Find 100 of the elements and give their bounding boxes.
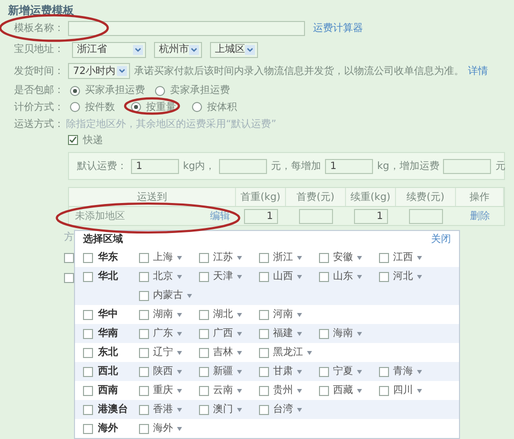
caret-icon[interactable] <box>177 312 182 316</box>
caret-icon[interactable] <box>297 312 302 316</box>
close-link[interactable]: 关闭 <box>431 232 451 247</box>
caret-icon[interactable] <box>187 294 192 298</box>
province-name[interactable]: 河北 <box>393 269 413 284</box>
checkbox[interactable] <box>139 272 149 282</box>
checkbox[interactable] <box>139 366 149 376</box>
caret-icon[interactable] <box>417 274 422 278</box>
checkbox[interactable] <box>68 135 78 146</box>
caret-icon[interactable] <box>297 370 302 374</box>
checkbox[interactable] <box>259 252 269 262</box>
region-group-name[interactable]: 东北 <box>98 345 118 360</box>
checkbox[interactable] <box>199 404 209 414</box>
region-group-name[interactable]: 华北 <box>98 269 118 284</box>
checkbox[interactable] <box>379 386 389 396</box>
input-field[interactable] <box>219 158 268 174</box>
checkbox[interactable] <box>319 272 329 282</box>
checkbox[interactable] <box>83 252 93 262</box>
dropdown[interactable]: 上城区 <box>210 42 258 58</box>
province-name[interactable]: 四川 <box>393 383 413 398</box>
caret-icon[interactable] <box>177 388 182 392</box>
checkbox[interactable] <box>379 272 389 282</box>
caret-icon[interactable] <box>237 274 242 278</box>
checkbox[interactable] <box>199 310 209 320</box>
radio-button[interactable] <box>70 102 80 112</box>
checkbox[interactable] <box>139 328 149 338</box>
region-group-name[interactable]: 港澳台 <box>98 402 128 417</box>
checkbox[interactable] <box>83 328 93 338</box>
caret-icon[interactable] <box>297 332 302 336</box>
radio-button[interactable] <box>70 86 80 96</box>
province-name[interactable]: 西藏 <box>333 383 353 398</box>
caret-icon[interactable] <box>237 312 242 316</box>
province-name[interactable]: 湖北 <box>213 307 233 322</box>
checkbox[interactable] <box>259 272 269 282</box>
region-group-name[interactable]: 西南 <box>98 383 118 398</box>
checkbox[interactable] <box>139 404 149 414</box>
caret-icon[interactable] <box>357 332 362 336</box>
input-field[interactable]: 1 <box>354 208 388 224</box>
checkbox[interactable] <box>83 348 93 358</box>
checkbox[interactable] <box>259 386 269 396</box>
radio-button[interactable] <box>192 102 202 112</box>
province-name[interactable]: 青海 <box>393 364 413 379</box>
dropdown[interactable]: 浙江省 <box>72 42 146 58</box>
input-field[interactable]: 1 <box>244 208 278 224</box>
checkbox[interactable] <box>319 328 329 338</box>
checkbox[interactable] <box>83 366 93 376</box>
province-name[interactable]: 台湾 <box>273 402 293 417</box>
province-name[interactable]: 浙江 <box>273 250 293 265</box>
caret-icon[interactable] <box>417 370 422 374</box>
province-name[interactable]: 陕西 <box>153 364 173 379</box>
checkbox[interactable] <box>199 386 209 396</box>
checkbox[interactable] <box>199 328 209 338</box>
region-group-name[interactable]: 海外 <box>98 421 118 436</box>
caret-icon[interactable] <box>237 408 242 412</box>
province-name[interactable]: 新疆 <box>213 364 233 379</box>
caret-icon[interactable] <box>417 388 422 392</box>
checkbox[interactable] <box>379 366 389 376</box>
checkbox[interactable] <box>64 253 74 263</box>
checkbox[interactable] <box>139 348 149 358</box>
checkbox[interactable] <box>259 328 269 338</box>
caret-icon[interactable] <box>357 370 362 374</box>
province-name[interactable]: 海外 <box>153 421 173 436</box>
checkbox[interactable] <box>199 272 209 282</box>
province-name[interactable]: 河南 <box>273 307 293 322</box>
checkbox[interactable] <box>139 424 149 434</box>
caret-icon[interactable] <box>297 256 302 260</box>
checkbox[interactable] <box>379 252 389 262</box>
checkbox[interactable] <box>83 404 93 414</box>
checkbox[interactable] <box>139 310 149 320</box>
checkbox[interactable] <box>199 252 209 262</box>
input-field[interactable] <box>68 21 305 36</box>
caret-icon[interactable] <box>237 388 242 392</box>
province-name[interactable]: 北京 <box>153 269 173 284</box>
input-field[interactable] <box>409 208 443 224</box>
province-name[interactable]: 广西 <box>213 326 233 341</box>
checkbox[interactable] <box>139 290 149 300</box>
input-field[interactable]: 1 <box>325 158 374 174</box>
province-name[interactable]: 内蒙古 <box>153 288 183 303</box>
province-name[interactable]: 湖南 <box>153 307 173 322</box>
checkbox[interactable] <box>83 272 93 282</box>
caret-icon[interactable] <box>177 256 182 260</box>
province-name[interactable]: 海南 <box>333 326 353 341</box>
province-name[interactable]: 云南 <box>213 383 233 398</box>
caret-icon[interactable] <box>177 332 182 336</box>
checkbox[interactable] <box>259 366 269 376</box>
province-name[interactable]: 吉林 <box>213 345 233 360</box>
checkbox[interactable] <box>319 252 329 262</box>
caret-icon[interactable] <box>237 370 242 374</box>
checkbox[interactable] <box>319 366 329 376</box>
caret-icon[interactable] <box>177 408 182 412</box>
province-name[interactable]: 山西 <box>273 269 293 284</box>
checkbox[interactable] <box>319 386 329 396</box>
caret-icon[interactable] <box>177 274 182 278</box>
province-name[interactable]: 贵州 <box>273 383 293 398</box>
region-group-name[interactable]: 华中 <box>98 307 118 322</box>
province-name[interactable]: 宁夏 <box>333 364 353 379</box>
province-name[interactable]: 重庆 <box>153 383 173 398</box>
province-name[interactable]: 江西 <box>393 250 413 265</box>
caret-icon[interactable] <box>177 426 182 430</box>
region-group-name[interactable]: 华东 <box>98 250 118 265</box>
